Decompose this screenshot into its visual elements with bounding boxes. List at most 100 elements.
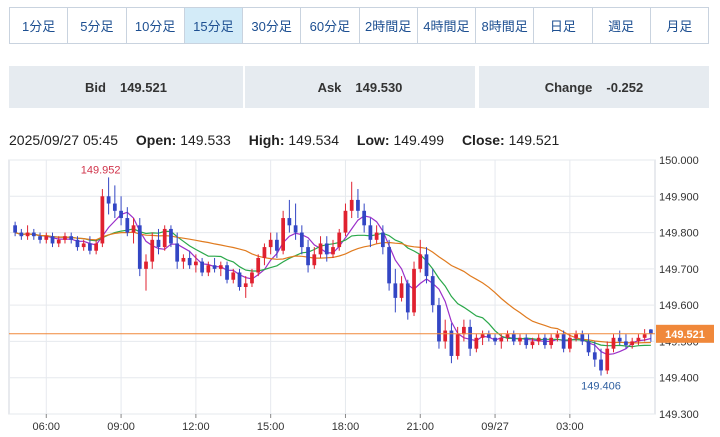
high-value: 149.534 [288, 132, 339, 148]
candle-body [256, 257, 261, 273]
candle-body [31, 232, 36, 237]
candle-body [437, 305, 441, 342]
candle-body [443, 330, 448, 342]
candle-body [518, 337, 522, 342]
candle-body [237, 272, 242, 287]
candle-body [418, 254, 423, 269]
candle-body [356, 199, 360, 211]
candle-body [536, 337, 541, 342]
x-tick-label: 09/27 [481, 421, 509, 433]
candlestick-chart[interactable]: 150.000 149.900 149.800 149.700 149.600 149.5… [0, 150, 720, 437]
candle-body [162, 228, 167, 248]
candle-body [299, 232, 304, 248]
candle-body [175, 243, 180, 262]
candle-body [412, 268, 416, 313]
candle-body [592, 352, 597, 360]
close-label: Close: [461, 132, 505, 148]
candle-body [474, 337, 479, 349]
change-label: Change [544, 79, 593, 95]
candle-body [306, 247, 310, 266]
candle-body [393, 283, 398, 298]
candle-body [530, 341, 535, 346]
candle-body [169, 228, 173, 244]
candle-body [69, 236, 74, 240]
candle-body [567, 337, 572, 349]
candle-body [399, 283, 404, 298]
x-tick-label: 09:00 [107, 421, 135, 433]
candle-body [599, 359, 603, 371]
candle-body [586, 341, 591, 353]
x-tick-label: 15:00 [257, 421, 285, 433]
tab-timeframe[interactable]: 2時間足 [360, 8, 418, 43]
x-tick-label: 06:00 [33, 421, 61, 433]
candle-body [511, 334, 516, 342]
tab-timeframe[interactable]: 月足 [651, 8, 708, 43]
tab-timeframe[interactable]: 15分足 [184, 8, 243, 43]
candle-body [206, 265, 211, 273]
bid-panel: Bid 149.521 [9, 66, 243, 108]
x-tick-label: 21:00 [406, 421, 434, 433]
candle-body [337, 232, 342, 248]
candle-body [312, 254, 317, 266]
candle-body [287, 218, 292, 226]
candle-body [106, 196, 111, 204]
candle-body [524, 337, 529, 346]
candle-body [549, 337, 554, 346]
candle-body [362, 210, 367, 226]
x-tick-label: 12:00 [182, 421, 210, 433]
candle-body [194, 261, 198, 266]
x-tick-label: 03:00 [556, 421, 584, 433]
candle-body [642, 334, 647, 338]
candle-body [100, 196, 105, 244]
candle-body [187, 257, 192, 266]
candle-body [499, 337, 504, 342]
candle [387, 239, 391, 291]
candle-body [250, 272, 254, 284]
tab-timeframe[interactable]: 8時間足 [476, 8, 535, 43]
change-value: -0.252 [606, 79, 644, 95]
candle-body [281, 218, 286, 251]
candle-body [94, 243, 99, 251]
tab-timeframe[interactable]: 週足 [593, 8, 651, 43]
candle-body [268, 239, 273, 248]
candle-body [156, 239, 161, 248]
candle-body [331, 247, 335, 255]
candle-body [468, 326, 472, 349]
candle-body [19, 232, 24, 237]
tab-timeframe[interactable]: 1分足 [10, 8, 69, 43]
y-tick-label: 149.900 [659, 191, 699, 203]
change-panel: Change -0.252 [477, 66, 709, 108]
tab-timeframe[interactable]: 4時間足 [418, 8, 476, 43]
candle [100, 189, 105, 248]
candle-body [262, 247, 267, 258]
candle-body [75, 239, 80, 248]
tab-timeframe[interactable]: 60分足 [301, 8, 360, 43]
candle-body [430, 276, 435, 306]
candle-body [543, 337, 547, 346]
y-tick-label: 149.300 [659, 409, 699, 421]
candle-body [324, 243, 329, 255]
tab-timeframe[interactable]: 30分足 [243, 8, 302, 43]
candle-body [617, 337, 622, 342]
candle-body [480, 334, 485, 338]
tab-timeframe[interactable]: 5分足 [68, 8, 127, 43]
candle-body [649, 329, 653, 334]
candle-body [387, 247, 391, 284]
candle-body [44, 236, 49, 240]
candle-body [605, 348, 610, 371]
candle-body [374, 232, 379, 240]
tab-timeframe[interactable]: 10分足 [127, 8, 185, 43]
candle-body [13, 225, 17, 233]
bid-value: 149.521 [119, 79, 167, 95]
candle-body [449, 330, 454, 356]
low-value: 149.499 [393, 132, 445, 148]
tab-timeframe[interactable]: 日足 [534, 8, 593, 43]
candle-body [218, 265, 223, 269]
candle-body [56, 239, 61, 244]
candle-body [636, 337, 641, 342]
ask-panel: Ask 149.530 [243, 66, 475, 108]
candle-body [505, 334, 510, 338]
candle-body [462, 326, 466, 335]
close-value: 149.521 [508, 132, 560, 148]
candle-body [561, 334, 566, 349]
